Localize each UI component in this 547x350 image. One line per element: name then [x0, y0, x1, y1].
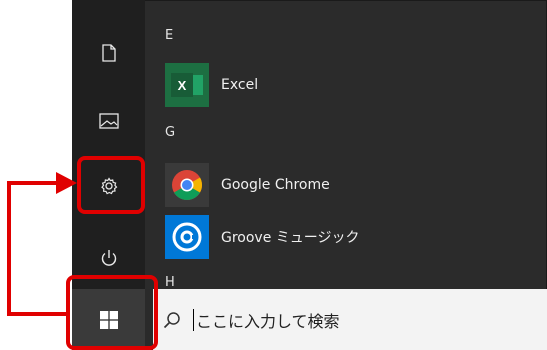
chrome-icon [165, 163, 209, 207]
app-excel[interactable]: X Excel [165, 63, 535, 107]
app-groove-music[interactable]: Groove ミュージック [165, 215, 535, 259]
excel-icon: X [165, 63, 209, 107]
search-placeholder: ここに入力して検索 [196, 311, 340, 331]
arrow-vertical-segment [7, 181, 11, 316]
group-header-h[interactable]: H [165, 275, 175, 289]
search-icon [163, 311, 180, 328]
power-button[interactable] [72, 237, 145, 279]
app-label: Excel [221, 77, 259, 93]
power-icon [101, 250, 116, 266]
app-list: E X Excel G Google Chrome Groove ミュージック [145, 0, 547, 289]
group-header-g[interactable]: G [165, 125, 175, 140]
svg-text:X: X [178, 78, 187, 93]
app-label: Groove ミュージック [221, 230, 360, 246]
group-header-e[interactable]: E [165, 28, 173, 43]
arrowhead [56, 172, 77, 194]
text-caret [193, 308, 194, 331]
pictures-button[interactable] [72, 100, 145, 142]
search-box[interactable]: ここに入力して検索 [153, 289, 547, 350]
documents-button[interactable] [72, 32, 145, 74]
app-google-chrome[interactable]: Google Chrome [165, 163, 535, 207]
settings-highlight-box [77, 156, 145, 214]
arrow-top-segment [7, 181, 59, 185]
arrow-bottom-segment [7, 312, 66, 316]
app-label: Google Chrome [221, 177, 330, 193]
pictures-icon [98, 113, 119, 129]
start-menu-rail [72, 0, 145, 289]
groove-icon [165, 215, 209, 259]
document-icon [101, 44, 116, 62]
start-highlight-box [66, 275, 158, 350]
